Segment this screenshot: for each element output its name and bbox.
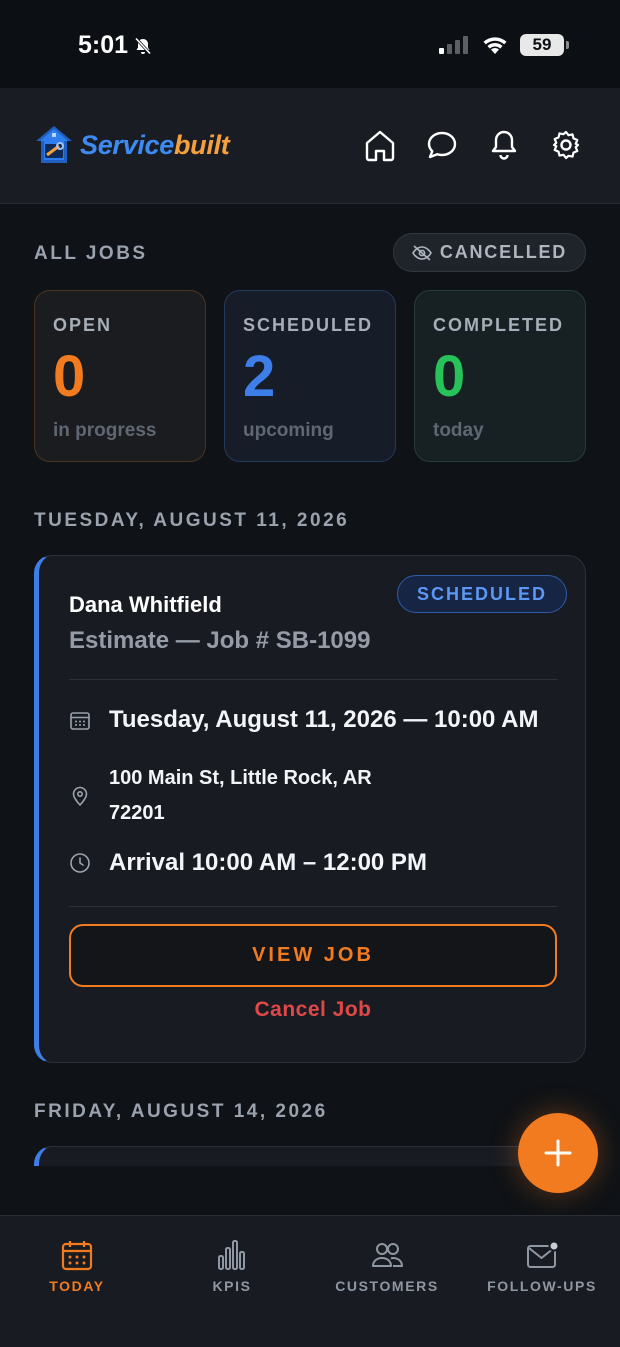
nav-label: FOLLOW-UPS [487,1278,597,1294]
customer-name: Dana Whitfield [69,592,222,617]
job-card-partial[interactable] [34,1146,586,1166]
calendar-icon [61,1241,93,1271]
stat-title: OPEN [53,315,113,335]
cancel-job-link[interactable]: Cancel Job [69,998,557,1022]
job-type-number: Estimate — Job # SB-1099 [69,627,371,654]
job-card[interactable]: SCHEDULED Dana Whitfield Estimate — Job … [34,555,586,1063]
stat-card-open[interactable]: OPEN 0 in progress [34,290,206,462]
nav-label: KPIS [212,1278,252,1294]
job-address: 100 Main St, Little Rock, AR 72201 [109,761,409,831]
add-job-button[interactable] [518,1113,598,1193]
stat-title: SCHEDULED [243,315,374,335]
bell-slash-icon [134,36,152,55]
nav-kpis[interactable]: KPIS [157,1238,307,1294]
status-time: 5:01 [78,31,153,60]
brand-logo[interactable]: Servicebuilt [34,124,230,166]
calendar-icon [70,712,90,730]
brand-name: Servicebuilt [80,129,230,160]
job-address-row[interactable]: 100 Main St, Little Rock, AR 72201 [69,761,409,831]
mail-icon [527,1240,559,1268]
app-header: Servicebuilt [0,88,620,204]
cellular-signal-icon [439,36,468,54]
stat-subtitle: today [433,420,484,441]
day-header: TUESDAY, AUGUST 11, 2026 [34,510,350,531]
gear-icon[interactable] [550,128,582,162]
all-jobs-label: ALL JOBS [34,243,148,264]
divider [69,679,557,680]
job-date-row: Tuesday, August 11, 2026 — 10:00 AM [69,706,539,734]
users-icon [372,1243,403,1267]
stat-title: COMPLETED [433,315,565,335]
divider [69,906,557,907]
house-tools-logo-icon [36,126,72,163]
nav-follow-ups[interactable]: FOLLOW-UPS [467,1238,617,1294]
view-job-button[interactable]: VIEW JOB [69,924,557,987]
clock-text: 5:01 [78,31,129,59]
map-pin-icon [72,786,88,807]
stat-subtitle: in progress [53,420,157,441]
bar-chart-icon [218,1240,245,1270]
header-actions [364,128,582,162]
stat-value: 0 [433,344,466,409]
arrival-window: Arrival 10:00 AM – 12:00 PM [109,849,427,876]
stat-card-completed[interactable]: COMPLETED 0 today [414,290,586,462]
status-indicators: 59 [438,34,569,56]
job-datetime: Tuesday, August 11, 2026 — 10:00 AM [109,706,539,733]
status-bar: 5:01 59 [0,0,620,88]
plus-icon [544,1139,572,1167]
wifi-icon [483,37,507,54]
eye-off-icon [411,244,432,261]
bell-icon[interactable] [488,128,520,162]
nav-today[interactable]: TODAY [2,1238,152,1294]
home-icon[interactable] [364,128,396,162]
stat-subtitle: upcoming [243,420,334,441]
battery-level: 59 [532,35,552,54]
cancelled-label: CANCELLED [439,242,568,262]
stat-card-scheduled[interactable]: SCHEDULED 2 upcoming [224,290,396,462]
chat-icon[interactable] [426,128,458,162]
status-badge: SCHEDULED [397,575,567,613]
day-header: FRIDAY, AUGUST 14, 2026 [34,1101,328,1122]
nav-customers[interactable]: CUSTOMERS [312,1238,462,1294]
arrival-window-row: Arrival 10:00 AM – 12:00 PM [69,849,427,877]
address-line-1: 100 Main St, Little Rock, AR [109,767,372,789]
stat-value: 0 [53,344,86,409]
cancelled-toggle[interactable]: CANCELLED [393,233,586,272]
bottom-navigation: TODAY KPIS CUSTOMERS FOLLOW-UPS [0,1215,620,1347]
stat-value: 2 [243,344,276,409]
nav-label: TODAY [49,1278,105,1294]
address-line-2: 72201 [109,802,165,824]
nav-label: CUSTOMERS [335,1278,439,1294]
battery-indicator: 59 [520,34,569,56]
clock-icon [70,853,90,873]
